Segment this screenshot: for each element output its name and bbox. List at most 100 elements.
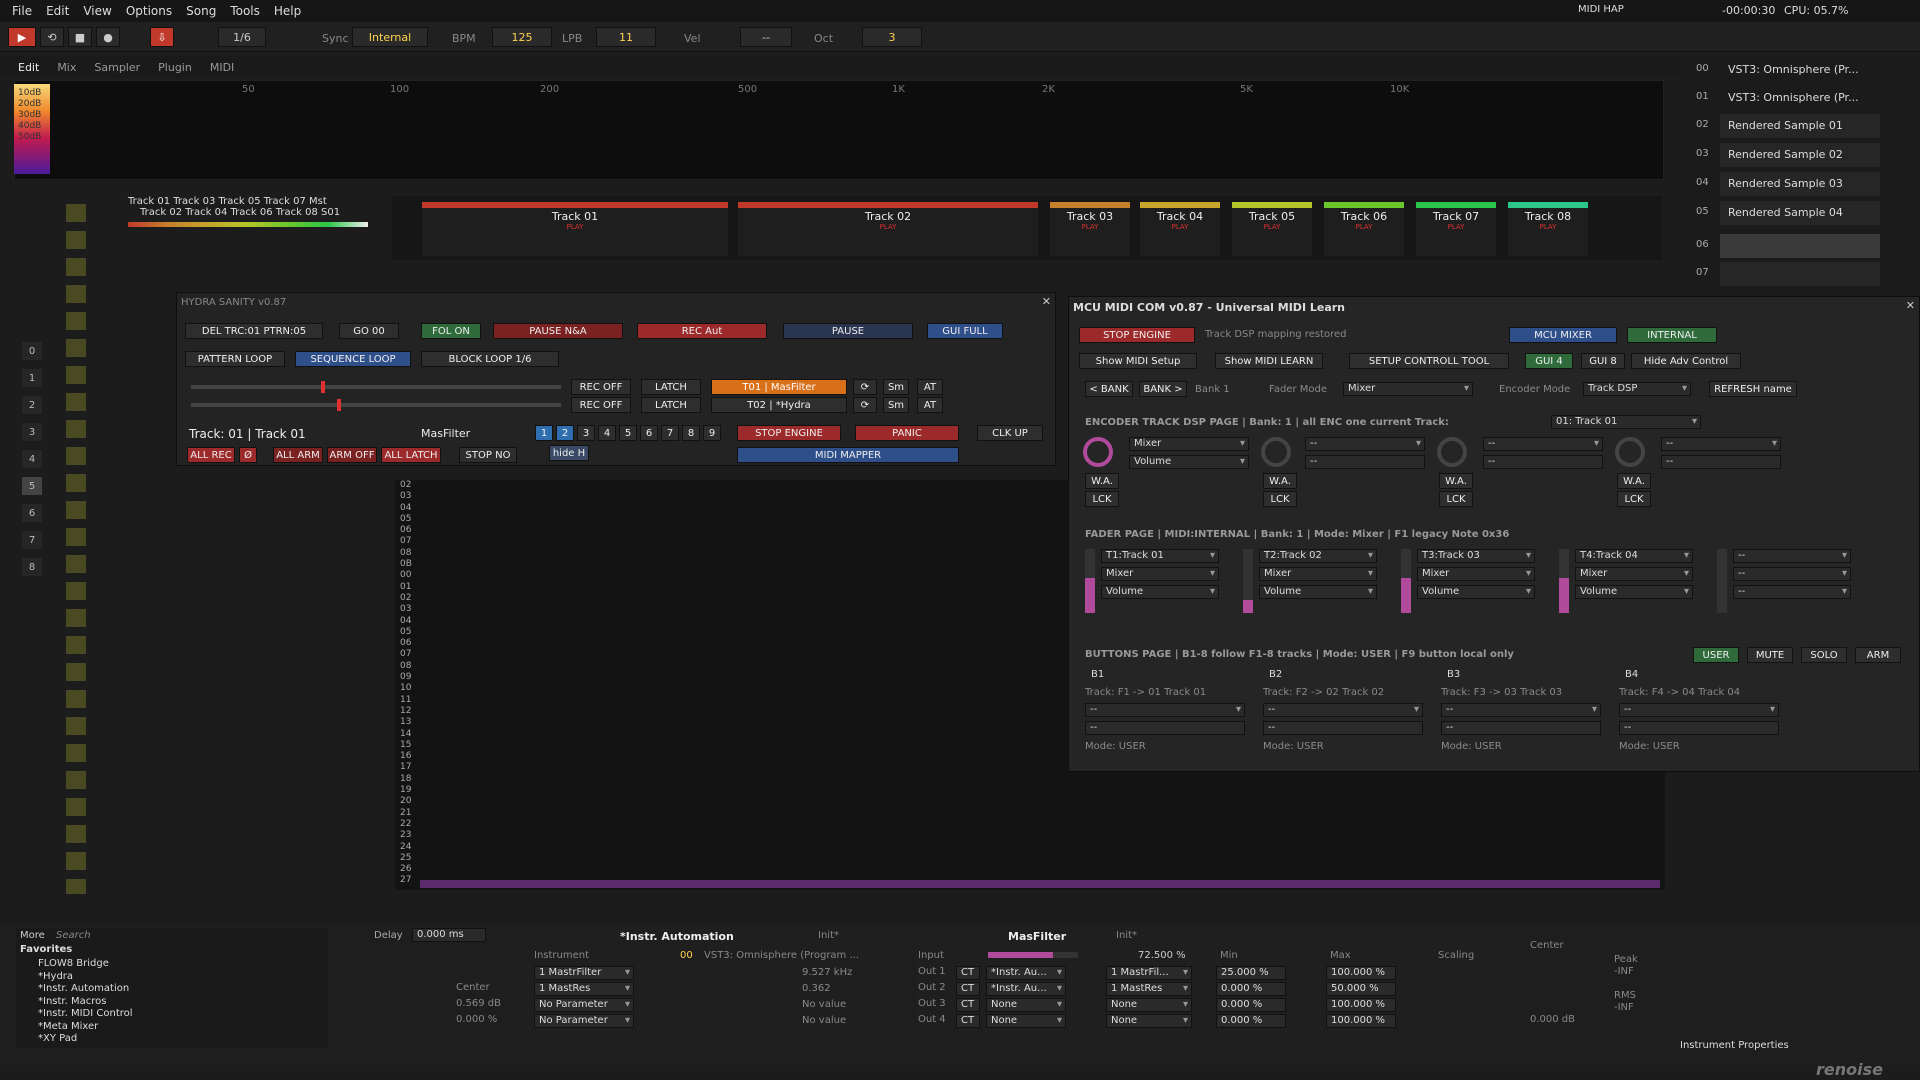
del-button[interactable]: DEL TRC:01 PTRN:05 [185, 323, 323, 339]
button-page-param[interactable]: -- [1085, 721, 1245, 735]
fol-button[interactable]: FOL ON [421, 323, 481, 339]
vel-value[interactable]: -- [740, 27, 792, 47]
clear-button[interactable]: Ø [239, 447, 257, 463]
output-param-select[interactable]: None [1106, 998, 1192, 1012]
fader-param-select[interactable]: Volume [1101, 585, 1219, 599]
tab-midi[interactable]: MIDI [210, 61, 234, 74]
slider-2[interactable] [191, 399, 561, 411]
num-button[interactable]: 8 [682, 425, 700, 441]
button-page-select[interactable]: -- [1441, 703, 1601, 717]
fader-meter[interactable] [1559, 549, 1569, 613]
output-min[interactable]: 0.000 % [1216, 998, 1286, 1012]
button-page-param[interactable]: -- [1263, 721, 1423, 735]
browser-search[interactable]: Search [56, 930, 91, 941]
go-button[interactable]: GO 00 [339, 323, 399, 339]
lck-button[interactable]: LCK [1439, 491, 1473, 507]
seq-row-num[interactable]: 1 [22, 369, 42, 387]
fader-mode-select[interactable]: Mixer [1343, 382, 1473, 396]
reload-icon[interactable]: ⟳ [853, 379, 877, 395]
slider-1[interactable] [191, 381, 561, 393]
encoder-track-select[interactable]: 01: Track 01 [1551, 415, 1701, 429]
list-item[interactable]: *Meta Mixer [38, 1021, 133, 1034]
tab-sampler[interactable]: Sampler [94, 61, 140, 74]
mute-button[interactable]: MUTE [1747, 647, 1793, 663]
fader-meter[interactable] [1085, 549, 1095, 613]
automation-param-select[interactable]: No Parameter [534, 998, 634, 1012]
num-button[interactable]: 2 [556, 425, 574, 441]
instrument-item[interactable]: 06 [1696, 234, 1880, 258]
lck-button[interactable]: LCK [1085, 491, 1119, 507]
fader-track-select[interactable]: T3:Track 03 [1417, 549, 1535, 563]
seq-row-num[interactable]: 4 [22, 450, 42, 468]
refresh-name-button[interactable]: REFRESH name [1709, 381, 1797, 397]
fader-meter[interactable] [1243, 549, 1253, 613]
list-item[interactable]: *Instr. Automation [38, 983, 133, 996]
wa-button[interactable]: W.A. [1085, 473, 1119, 489]
at-button-2[interactable]: AT [917, 397, 943, 413]
menu-help[interactable]: Help [274, 4, 301, 18]
track-header[interactable]: Track 03 PLAY [1050, 202, 1130, 256]
list-item[interactable]: *Instr. MIDI Control [38, 1008, 133, 1021]
output-param-select[interactable]: None [1106, 1014, 1192, 1028]
button-page-select[interactable]: -- [1085, 703, 1245, 717]
gui-full-button[interactable]: GUI FULL [927, 323, 1003, 339]
latch-button-2[interactable]: LATCH [641, 397, 701, 413]
fader-dev-select[interactable]: Mixer [1101, 567, 1219, 581]
hide-h-button[interactable]: hide H [549, 445, 589, 461]
pause-button[interactable]: PAUSE [783, 323, 913, 339]
seq-row-num[interactable]: 6 [22, 504, 42, 522]
mcu-stop-engine-button[interactable]: STOP ENGINE [1079, 327, 1195, 343]
stop-no-button[interactable]: STOP NO [459, 447, 517, 463]
lpb-value[interactable]: 11 [596, 27, 656, 47]
encoder-device-select[interactable]: -- [1661, 437, 1781, 451]
fader-track-select[interactable]: T1:Track 01 [1101, 549, 1219, 563]
encoder-mode-select[interactable]: Track DSP [1583, 382, 1691, 396]
pattern-step[interactable]: 1/6 [218, 27, 266, 47]
block-loop-button[interactable]: BLOCK LOOP 1/6 [421, 351, 559, 367]
list-item[interactable]: *Instr. Macros [38, 996, 133, 1009]
encoder-knob-4[interactable] [1615, 437, 1645, 467]
fader-track-select[interactable]: T2:Track 02 [1259, 549, 1377, 563]
pause-na-button[interactable]: PAUSE N&A [493, 323, 623, 339]
fader-track-select[interactable]: -- [1733, 549, 1851, 563]
fader-dev-select[interactable]: Mixer [1259, 567, 1377, 581]
encoder-knob-3[interactable] [1437, 437, 1467, 467]
instrument-item[interactable]: 00 VST3: Omnisphere (Pr... [1696, 58, 1880, 82]
automation-param-select[interactable]: No Parameter [534, 1014, 634, 1028]
encoder-knob-2[interactable] [1261, 437, 1291, 467]
rec-off-button-2[interactable]: REC OFF [571, 397, 631, 413]
seq-row-num[interactable]: 5 [22, 477, 42, 495]
gui4-button[interactable]: GUI 4 [1525, 353, 1573, 369]
output-max[interactable]: 50.000 % [1326, 982, 1396, 996]
tab-mix[interactable]: Mix [57, 61, 76, 74]
automation-param-select[interactable]: 1 MastRes [534, 982, 634, 996]
encoder-device-select[interactable]: -- [1483, 437, 1603, 451]
output-max[interactable]: 100.000 % [1326, 966, 1396, 980]
encoder-param-select[interactable]: -- [1305, 455, 1425, 469]
output-min[interactable]: 0.000 % [1216, 982, 1286, 996]
num-button[interactable]: 4 [598, 425, 616, 441]
seq-row-num[interactable]: 2 [22, 396, 42, 414]
menu-view[interactable]: View [83, 4, 111, 18]
output-max[interactable]: 100.000 % [1326, 1014, 1396, 1028]
wa-button[interactable]: W.A. [1617, 473, 1651, 489]
follow-icon[interactable]: ⇩ [150, 27, 174, 47]
seq-row-num[interactable]: 3 [22, 423, 42, 441]
setup-tool-button[interactable]: SETUP CONTROLL TOOL [1349, 353, 1509, 369]
encoder-param-select[interactable]: -- [1661, 455, 1781, 469]
num-button[interactable]: 3 [577, 425, 595, 441]
output-ct[interactable]: CT [956, 982, 980, 996]
loop-icon[interactable]: ⟲ [40, 27, 64, 47]
pattern-scrollbar[interactable] [420, 880, 1660, 888]
t01-masfilter[interactable]: T01 | MasFilter [711, 379, 847, 395]
arm-button[interactable]: ARM [1855, 647, 1901, 663]
latch-button-1[interactable]: LATCH [641, 379, 701, 395]
list-item[interactable]: *Hydra [38, 971, 133, 984]
track-header[interactable]: Track 06 PLAY [1324, 202, 1404, 256]
fader-dev-select[interactable]: -- [1733, 567, 1851, 581]
output-ct[interactable]: CT [956, 966, 980, 980]
fader-param-select[interactable]: Volume [1575, 585, 1693, 599]
mcu-mixer-button[interactable]: MCU MIXER [1509, 327, 1617, 343]
list-item[interactable]: *XY Pad [38, 1033, 133, 1046]
button-page-select[interactable]: -- [1263, 703, 1423, 717]
